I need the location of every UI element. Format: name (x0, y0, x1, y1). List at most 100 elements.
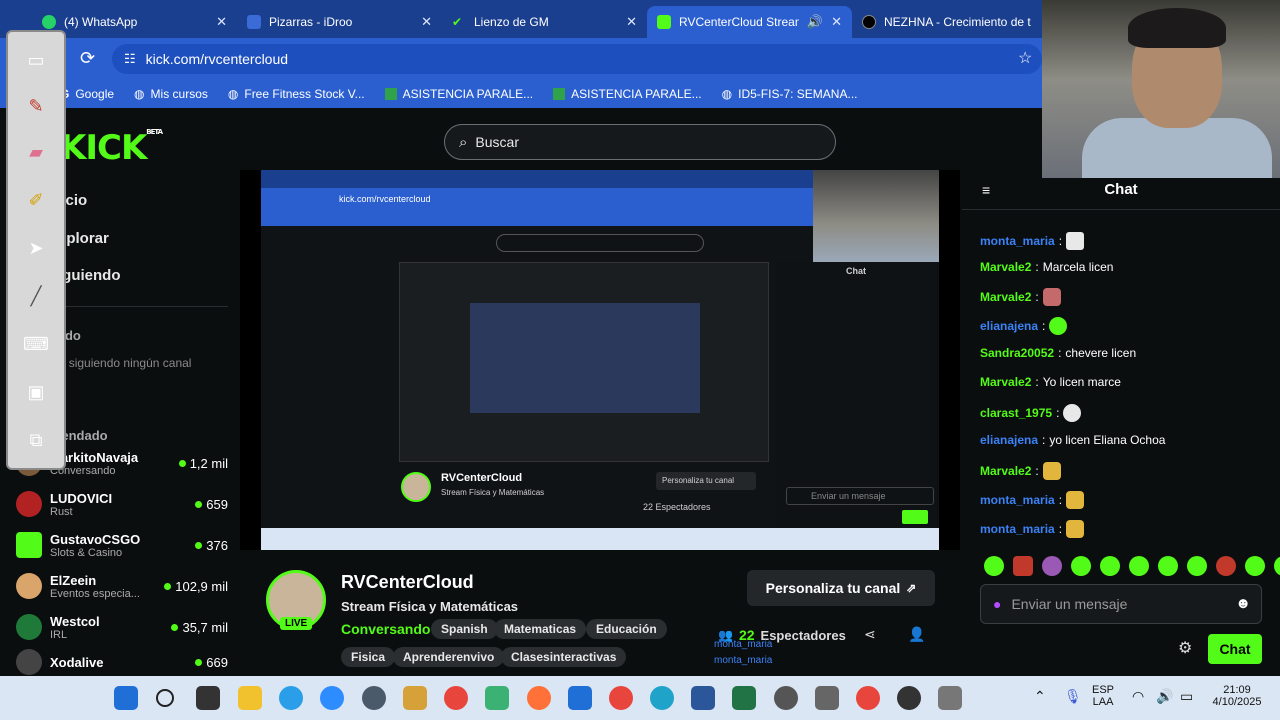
app-icon[interactable] (403, 686, 427, 710)
chat-username[interactable]: monta_maria (980, 234, 1055, 248)
url-field[interactable]: ☷ kick.com/rvcentercloud (112, 44, 1042, 74)
emote-icon[interactable] (1158, 556, 1178, 576)
channel-item-westcol[interactable]: Westcol IRL 35,7 mil (16, 608, 228, 646)
channel-item-gustavocsgo[interactable]: GustavoCSGO Slots & Casino 376 (16, 526, 228, 564)
volume-icon[interactable]: 🔊 (1156, 688, 1173, 705)
chat-username[interactable]: Marvale2 (980, 375, 1031, 389)
emote-icon[interactable] (984, 556, 1004, 576)
close-icon[interactable]: ✕ (831, 14, 842, 30)
close-icon[interactable]: ✕ (216, 14, 227, 30)
task-view-icon[interactable] (196, 686, 220, 710)
chrome-profile-icon[interactable] (609, 686, 633, 710)
tag-spanish[interactable]: Spanish (431, 619, 498, 639)
customize-channel-button[interactable]: Personaliza tu canal ⇗ (747, 570, 935, 606)
kick-logo[interactable]: KICKBETA (60, 128, 163, 168)
emote-icon[interactable] (1129, 556, 1149, 576)
firefox-icon[interactable] (527, 686, 551, 710)
bluetooth-icon[interactable] (568, 686, 592, 710)
streamer-name[interactable]: RVCenterCloud (341, 572, 474, 593)
chat-input[interactable]: ● Enviar un mensaje ☻ (980, 584, 1262, 624)
video-player[interactable]: kick.com/rvcentercloud Chat Enviar un me… (240, 170, 960, 550)
tag-educacion[interactable]: Educación (586, 619, 667, 639)
search-icon[interactable] (156, 689, 174, 707)
chrome-icon[interactable] (444, 686, 468, 710)
channel-item-xodalive[interactable]: Xodalive 669 (16, 649, 228, 675)
tag-matematicas[interactable]: Matematicas (494, 619, 587, 639)
search-input[interactable]: ⌕ Buscar (444, 124, 836, 160)
telegram-icon[interactable] (279, 686, 303, 710)
whiteboard-icon[interactable]: ▭ (20, 44, 52, 76)
stream-category[interactable]: Conversando (341, 621, 430, 637)
app-icon[interactable] (362, 686, 386, 710)
word-icon[interactable] (691, 686, 715, 710)
tab-nezhna[interactable]: NEZHNA - Crecimiento de t (852, 6, 1057, 38)
laser-icon[interactable]: ╱ (20, 280, 52, 312)
chat-username[interactable]: Marvale2 (980, 290, 1031, 304)
chat-username[interactable]: Marvale2 (980, 464, 1031, 478)
tab-idroo[interactable]: Pizarras - iDroo ✕ (237, 6, 442, 38)
chat-username[interactable]: monta_maria (980, 493, 1055, 507)
channel-item-ludovici[interactable]: LUDOVICI Rust 659 (16, 485, 228, 523)
site-settings-icon[interactable]: ☷ (124, 51, 136, 67)
emote-icon[interactable] (1274, 556, 1280, 576)
app-icon[interactable] (938, 686, 962, 710)
bookmark-id5[interactable]: ◍ ID5-FIS-7: SEMANA... (722, 87, 858, 101)
emote-icon[interactable] (1071, 556, 1091, 576)
emote-icon[interactable] (1187, 556, 1207, 576)
bookmark-star-icon[interactable]: ☆ (1018, 48, 1032, 68)
eraser-icon[interactable]: ▰ (20, 136, 52, 168)
pen-icon[interactable]: ✎ (20, 90, 52, 122)
share-icon[interactable]: ⋖ (864, 626, 876, 643)
settings-icon[interactable] (774, 686, 798, 710)
tag-clasesinteractivas[interactable]: Clasesinteractivas (501, 647, 627, 667)
emote-icon[interactable] (1245, 556, 1265, 576)
zoom-icon[interactable] (320, 686, 344, 710)
chat-username[interactable]: monta_maria (980, 522, 1055, 536)
bookmark-google[interactable]: GGoogle (60, 87, 114, 101)
screenshot-icon[interactable]: ⧉ (20, 424, 52, 456)
edge-icon[interactable] (650, 686, 674, 710)
app-icon[interactable] (897, 686, 921, 710)
tag-aprenderenvivo[interactable]: Aprenderenvivo (393, 647, 505, 667)
bookmark-asistencia-2[interactable]: ASISTENCIA PARALE... (553, 87, 702, 101)
emoji-icon[interactable]: ☻ (1235, 595, 1251, 612)
bookmark-asistencia-1[interactable]: ASISTENCIA PARALE... (384, 87, 533, 101)
highlighter-icon[interactable]: ✐ (20, 184, 52, 216)
tab-rvcentercloud[interactable]: RVCenterCloud Stream 🔊 ✕ (647, 6, 852, 38)
bookmark-mis-cursos[interactable]: ◍ Mis cursos (134, 87, 208, 101)
emote-icon[interactable] (1100, 556, 1120, 576)
emote-icon[interactable] (1216, 556, 1236, 576)
emote-icon[interactable] (1042, 556, 1062, 576)
chat-username[interactable]: elianajena (980, 319, 1038, 333)
chat-username[interactable]: Marvale2 (980, 260, 1031, 274)
follow-user-icon[interactable]: 👤 (908, 626, 925, 643)
chat-username[interactable]: clarast_1975 (980, 406, 1052, 420)
bookmark-fitness[interactable]: ◍ Free Fitness Stock V... (228, 87, 365, 101)
file-explorer-icon[interactable] (238, 686, 262, 710)
screen-icon[interactable]: ▣ (20, 376, 52, 408)
calculator-icon[interactable] (815, 686, 839, 710)
tag-fisica[interactable]: Fisica (341, 647, 396, 667)
chevron-up-icon[interactable]: ⌃ (1034, 688, 1046, 705)
chat-send-button[interactable]: Chat (1208, 634, 1262, 664)
windows-start-icon[interactable] (114, 686, 138, 710)
pointer-icon[interactable]: ➤ (20, 232, 52, 264)
excel-icon[interactable] (732, 686, 756, 710)
battery-icon[interactable]: ▭ (1180, 688, 1193, 705)
clock[interactable]: 21:09 4/10/2025 (1204, 684, 1270, 708)
reload-icon[interactable]: ⟳ (80, 48, 95, 69)
mic-icon[interactable]: ● (993, 596, 1001, 612)
language-indicator[interactable]: ESP LAA (1092, 684, 1114, 708)
wifi-icon[interactable]: ◠ (1132, 688, 1144, 705)
close-icon[interactable]: ✕ (421, 14, 432, 30)
app-icon[interactable] (485, 686, 509, 710)
gear-icon[interactable]: ⚙ (1178, 638, 1192, 658)
channel-item-elzeein[interactable]: ElZeein Eventos especia... 102,9 mil (16, 567, 228, 605)
close-icon[interactable]: ✕ (626, 14, 637, 30)
emote-icon[interactable] (1013, 556, 1033, 576)
chat-username[interactable]: Sandra20052 (980, 346, 1054, 360)
chat-username[interactable]: elianajena (980, 433, 1038, 447)
chrome-icon[interactable] (856, 686, 880, 710)
tab-lienzo[interactable]: ✔ Lienzo de GM ✕ (442, 6, 647, 38)
collapse-chat-icon[interactable]: ≡ (982, 182, 990, 198)
